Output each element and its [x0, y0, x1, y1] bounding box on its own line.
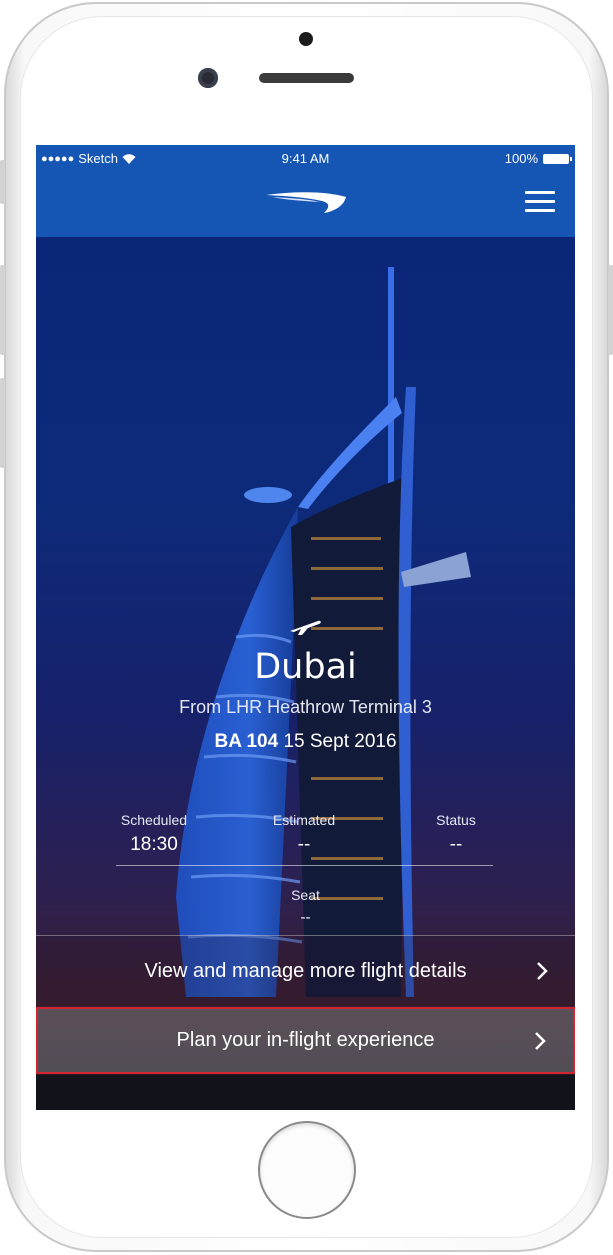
scheduled-value: 18:30	[130, 834, 178, 855]
battery-percent: 100%	[504, 151, 538, 166]
seat-value: --	[300, 909, 311, 926]
details-divider	[116, 865, 493, 866]
estimated-label: Estimated	[272, 812, 336, 828]
flight-times-row: Scheduled 18:30 Estimated -- Status --	[116, 812, 493, 862]
flight-number: BA 104	[214, 731, 279, 752]
inflight-experience-button[interactable]: Plan your in-flight experience	[36, 1007, 575, 1074]
mute-switch	[0, 160, 5, 204]
flight-date: 15 Sept 2016	[283, 731, 397, 752]
manage-flight-label: View and manage more flight details	[144, 959, 467, 982]
status-time: 9:41 AM	[281, 151, 330, 166]
status-value: --	[449, 834, 463, 855]
seat-label: Seat	[291, 887, 320, 903]
status-column: Status --	[396, 812, 516, 856]
menu-line	[525, 200, 555, 203]
proximity-sensor	[299, 32, 313, 46]
inflight-experience-label: Plan your in-flight experience	[176, 1029, 435, 1051]
battery-icon	[543, 153, 572, 164]
scheduled-column: Scheduled 18:30	[94, 812, 214, 856]
status-bar: ●●●●● Sketch 9:41 AM 100%	[36, 145, 575, 173]
earpiece-speaker	[259, 73, 354, 83]
estimated-value: --	[297, 834, 311, 855]
front-camera	[198, 68, 218, 88]
airplane-icon	[290, 620, 321, 635]
flight-line: BA 104 15 Sept 2016	[36, 731, 575, 753]
nav-bar	[36, 173, 575, 237]
manage-flight-button[interactable]: View and manage more flight details	[36, 935, 575, 1006]
hamburger-menu-icon[interactable]	[525, 191, 555, 217]
menu-line	[525, 209, 555, 212]
ba-speedmarque-icon	[266, 192, 346, 213]
destination-city: Dubai	[254, 647, 357, 687]
estimated-column: Estimated --	[244, 812, 364, 856]
chevron-right-icon	[537, 962, 548, 980]
scheduled-label: Scheduled	[120, 812, 188, 828]
flight-summary: Dubai From LHR Heathrow Terminal 3 BA 10…	[36, 237, 575, 1110]
bottom-strip	[36, 1075, 575, 1110]
menu-line	[525, 191, 555, 194]
origin-line: From LHR Heathrow Terminal 3	[179, 697, 432, 717]
chevron-right-icon	[535, 1031, 546, 1050]
app-screen: ●●●●● Sketch 9:41 AM 100% Dubai From LHR…	[36, 145, 575, 1110]
volume-up-button	[0, 265, 5, 355]
status-right: 100%	[504, 151, 572, 166]
status-label: Status	[436, 812, 476, 828]
volume-down-button	[0, 378, 5, 468]
home-button[interactable]	[258, 1121, 356, 1219]
power-button	[608, 265, 613, 355]
